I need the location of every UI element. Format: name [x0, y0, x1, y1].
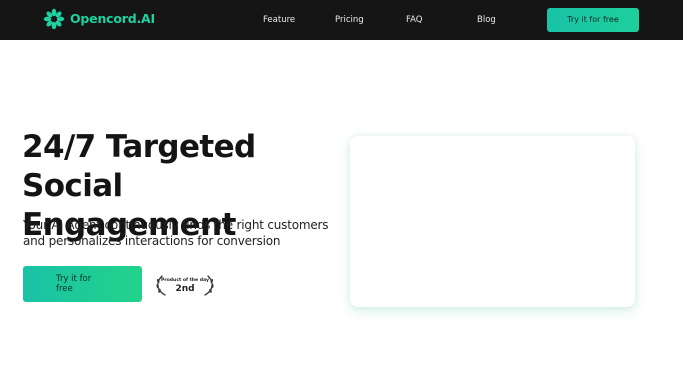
nav-link-faq[interactable]: FAQ [406, 13, 422, 27]
brand-logo[interactable]: Opencord.AI [43, 8, 155, 30]
nav-link-blog[interactable]: Blog [477, 13, 496, 27]
badge-rank: 2nd [175, 284, 195, 294]
nav-link-feature[interactable]: Feature [263, 13, 295, 27]
hero-subtitle: Your AI Agent continuously finds the rig… [23, 218, 329, 248]
opencord-logo-icon [43, 8, 65, 30]
nav-try-free-button[interactable]: Try it for free [547, 8, 639, 32]
brand-name: Opencord.AI [70, 11, 155, 26]
product-of-the-day-badge[interactable]: Product of the day 2nd [153, 273, 217, 298]
hero-media-card [350, 136, 635, 307]
nav-link-pricing[interactable]: Pricing [335, 13, 364, 27]
top-navbar: Opencord.AI Feature Pricing FAQ Blog Try… [0, 0, 683, 40]
hero-try-free-button[interactable]: Try it for free [23, 266, 142, 302]
hero-try-free-label: Try it for free [56, 274, 92, 294]
